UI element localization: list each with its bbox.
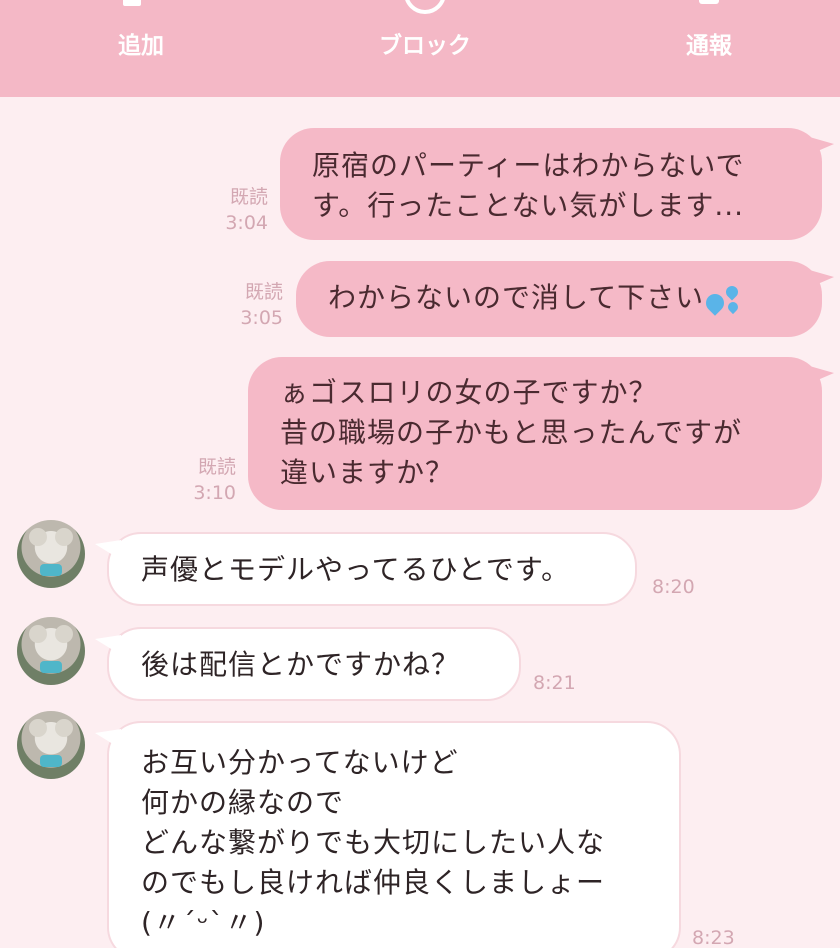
message-line: どんな繋がりでも大切にしたい人な (141, 826, 606, 859)
message-line: のでもし良ければ仲良くしましょー (141, 866, 606, 899)
incoming-message-bubble[interactable]: お互い分かってないけど 何かの縁なので どんな繋がりでも大切にしたい人な のでも… (107, 721, 681, 948)
outgoing-message-bubble[interactable]: 原宿のパーティーはわからないで す。行ったことない気がします... (280, 128, 822, 240)
chat-header: 追加 ブロック 通報 (0, 0, 840, 97)
report-icon (699, 0, 719, 4)
incoming-message-bubble[interactable]: 後は配信とかですかね？ (107, 627, 521, 701)
outgoing-message-bubble[interactable]: ぁゴスロリの女の子ですか？ 昔の職場の子かもと思ったんですが 違いますか？ (248, 357, 822, 510)
block-icon (404, 0, 446, 14)
message-time: 8:23 (692, 927, 735, 948)
message-time: 8:20 (652, 576, 695, 598)
message-line: す。行ったことない気がします... (312, 189, 745, 222)
message-time: 8:21 (533, 672, 576, 694)
message-line: 違いますか？ (280, 456, 455, 489)
message-line: 原宿のパーティーはわからないで (312, 149, 745, 182)
read-receipt: 既読 (197, 456, 236, 478)
block-button[interactable]: ブロック (355, 0, 495, 97)
avatar[interactable] (17, 520, 85, 588)
message-time: 3:10 (193, 482, 236, 504)
read-receipt: 既読 (229, 186, 268, 208)
message-meta: 既読 3:04 (210, 184, 268, 236)
incoming-message-bubble[interactable]: 声優とモデルやってるひとです。 (107, 532, 637, 606)
message-line: ぁゴスロリの女の子ですか？ (280, 376, 658, 409)
avatar[interactable] (17, 617, 85, 685)
message-meta: 既読 3:10 (178, 454, 236, 506)
report-button[interactable]: 通報 (639, 0, 779, 97)
avatar[interactable] (17, 711, 85, 779)
message-line: (〃ˊᵕˋ〃) (141, 906, 266, 939)
outgoing-message-bubble[interactable]: わからないので消して下さい (296, 261, 822, 337)
report-label: 通報 (686, 33, 732, 59)
message-line: 後は配信とかですかね？ (141, 648, 461, 681)
message-time: 3:05 (240, 307, 283, 329)
sweat-droplets-icon (702, 283, 742, 316)
block-label: ブロック (379, 33, 471, 59)
add-friend-button[interactable]: 追加 (71, 0, 211, 97)
read-receipt: 既読 (244, 281, 283, 303)
message-text: わからないので消して下さい (328, 281, 705, 314)
add-friend-label: 追加 (118, 33, 164, 59)
message-time: 3:04 (225, 212, 268, 234)
message-line: 昔の職場の子かもと思ったんですが (280, 416, 743, 449)
message-line: お互い分かってないけど (141, 746, 459, 779)
add-friend-icon (123, 0, 141, 6)
message-line: 何かの縁なので (141, 786, 345, 819)
message-line: 声優とモデルやってるひとです。 (141, 553, 571, 586)
message-meta: 既読 3:05 (225, 279, 283, 331)
